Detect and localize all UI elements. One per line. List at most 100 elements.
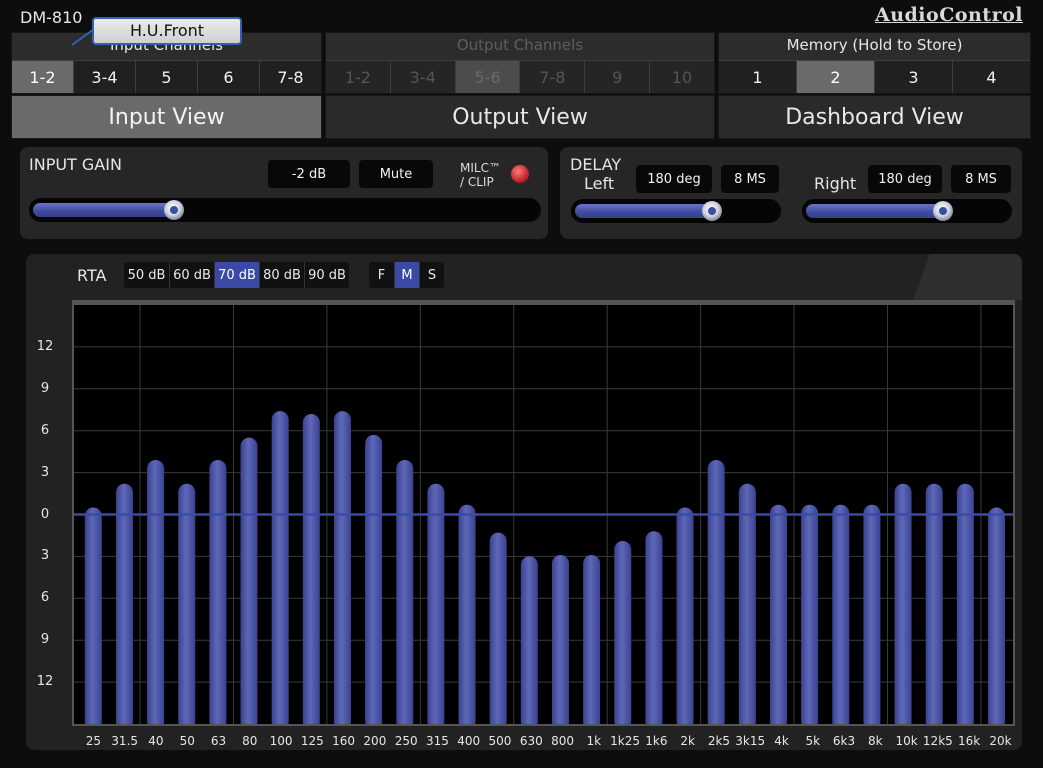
rta-bar-200: [365, 434, 383, 724]
memory-group: Memory (Hold to Store) 1234: [718, 32, 1031, 94]
x-tick-label-63: 63: [210, 734, 227, 748]
x-tick-label-4k: 4k: [774, 734, 789, 748]
memory-selector: 1234: [719, 60, 1030, 93]
rta-range-selector: 50 dB 60 dB 70 dB 80 dB 90 dB: [124, 262, 349, 288]
y-tick-label: 6: [40, 590, 50, 606]
tab-input-view[interactable]: Input View: [11, 95, 322, 139]
x-tick-label-20k: 20k: [989, 734, 1012, 748]
x-tick-label-50: 50: [179, 734, 195, 748]
x-tick-label-1k25: 1k25: [610, 734, 641, 748]
rta-range-50db[interactable]: 50 dB: [124, 262, 169, 288]
input-gain-slider[interactable]: [29, 198, 541, 222]
delay-label: DELAY: [570, 155, 622, 174]
x-tick-label-315: 315: [425, 734, 449, 748]
y-tick-label: 6: [40, 422, 50, 438]
input-gain-label: INPUT GAIN: [29, 155, 122, 174]
output-channel-3-4[interactable]: 3-4: [389, 60, 455, 93]
x-tick-label-1k6: 1k6: [645, 734, 668, 748]
rta-range-70db[interactable]: 70 dB: [214, 262, 259, 288]
rta-speed-s[interactable]: S: [419, 262, 444, 288]
rta-bar-1k25: [614, 541, 632, 724]
x-tick-label-800: 800: [551, 734, 574, 748]
rta-range-80db[interactable]: 80 dB: [259, 262, 304, 288]
rta-speed-m[interactable]: M: [394, 262, 419, 288]
x-tick-label-160: 160: [332, 734, 356, 748]
rta-bar-12k5: [925, 483, 943, 724]
right-delay-time[interactable]: 8 MS: [951, 165, 1011, 193]
input-channel-selector: 1-2 3-4 5 6 7-8: [12, 60, 321, 93]
rta-bar-50: [178, 483, 196, 724]
right-delay-slider-handle[interactable]: [933, 201, 954, 221]
x-tick-label-10k: 10k: [895, 734, 918, 748]
input-channel-7-8[interactable]: 7-8: [259, 60, 321, 93]
rta-bar-63: [209, 460, 227, 724]
delay-left-label: Left: [584, 174, 615, 193]
left-phase-button[interactable]: 180 deg: [636, 165, 712, 193]
memory-slot-2[interactable]: 2: [796, 60, 874, 93]
input-channel-3-4[interactable]: 3-4: [73, 60, 135, 93]
delay-panel: DELAY Left 180 deg 8 MS Right 180 deg 8 …: [560, 147, 1022, 239]
input-channel-1-2[interactable]: 1-2: [12, 60, 73, 93]
output-channel-10[interactable]: 10: [649, 60, 714, 93]
memory-slot-1[interactable]: 1: [719, 60, 796, 93]
rta-range-90db[interactable]: 90 dB: [304, 262, 349, 288]
rta-bar-20k: [987, 507, 1005, 724]
x-tick-label-2k5: 2k5: [707, 734, 731, 748]
rta-bar-5k: [801, 504, 819, 724]
rta-bar-6k3: [832, 504, 850, 724]
rta-bar-400: [458, 504, 476, 724]
x-tick-label-1k: 1k: [586, 734, 602, 748]
memory-slot-3[interactable]: 3: [874, 60, 952, 93]
rta-range-60db[interactable]: 60 dB: [169, 262, 214, 288]
rta-label: RTA: [77, 266, 107, 285]
clip-indicator-led: [511, 165, 529, 183]
clip-label: / CLIP: [460, 175, 494, 189]
rta-panel-decoration: [882, 254, 1022, 300]
mute-button[interactable]: Mute: [359, 160, 433, 188]
y-tick-label: 0: [40, 506, 50, 522]
input-channel-6[interactable]: 6: [197, 60, 259, 93]
output-channel-7-8[interactable]: 7-8: [519, 60, 585, 93]
x-tick-label-8k: 8k: [868, 734, 883, 748]
rta-bar-800: [551, 555, 569, 724]
left-delay-slider-fill: [575, 204, 713, 218]
rta-bar-40: [147, 460, 165, 724]
left-delay-slider[interactable]: [571, 199, 781, 223]
left-delay-time[interactable]: 8 MS: [721, 165, 779, 193]
y-tick-label: 9: [40, 380, 50, 396]
rta-bar-160: [333, 411, 351, 724]
right-phase-button[interactable]: 180 deg: [868, 165, 942, 193]
right-delay-slider[interactable]: [802, 199, 1012, 223]
rta-bar-31.5: [115, 483, 133, 724]
x-tick-label-100: 100: [269, 734, 293, 748]
channel-name-tooltip: H.U.Front: [92, 17, 242, 45]
y-tick-label: 3: [40, 548, 50, 564]
output-channels-title: Output Channels: [456, 36, 584, 54]
input-gain-slider-handle[interactable]: [164, 200, 185, 220]
tab-dashboard-view[interactable]: Dashboard View: [718, 95, 1031, 139]
output-channel-5-6[interactable]: 5-6: [454, 60, 520, 93]
memory-slot-4[interactable]: 4: [952, 60, 1030, 93]
rta-bar-500: [489, 532, 507, 724]
x-tick-label-40: 40: [148, 734, 164, 748]
input-gain-value[interactable]: -2 dB: [268, 160, 350, 188]
rta-bar-4k: [769, 504, 787, 724]
x-tick-label-630: 630: [519, 734, 543, 748]
input-channel-5[interactable]: 5: [135, 60, 197, 93]
output-channels-group: Output Channels 1-2 3-4 5-6 7-8 9 10: [325, 32, 715, 94]
output-channel-1-2[interactable]: 1-2: [326, 60, 390, 93]
x-tick-label-16k: 16k: [958, 734, 981, 748]
y-tick-label: 12: [36, 338, 54, 354]
left-delay-slider-handle[interactable]: [702, 201, 723, 221]
tab-output-view[interactable]: Output View: [325, 95, 715, 139]
output-channel-9[interactable]: 9: [584, 60, 650, 93]
rta-bar-1k: [583, 555, 601, 724]
x-tick-label-3k15: 3k15: [735, 734, 766, 748]
milc-label: MILC™: [460, 161, 501, 175]
milc-clip-label: MILC™ / CLIP: [460, 161, 501, 189]
x-tick-label-400: 400: [457, 734, 481, 748]
rta-speed-f[interactable]: F: [369, 262, 394, 288]
app-window: DM-810 AudioControl Input Channels 1-2 3-…: [0, 0, 1043, 768]
output-channel-selector: 1-2 3-4 5-6 7-8 9 10: [326, 60, 714, 93]
rta-bar-2k: [676, 507, 694, 724]
